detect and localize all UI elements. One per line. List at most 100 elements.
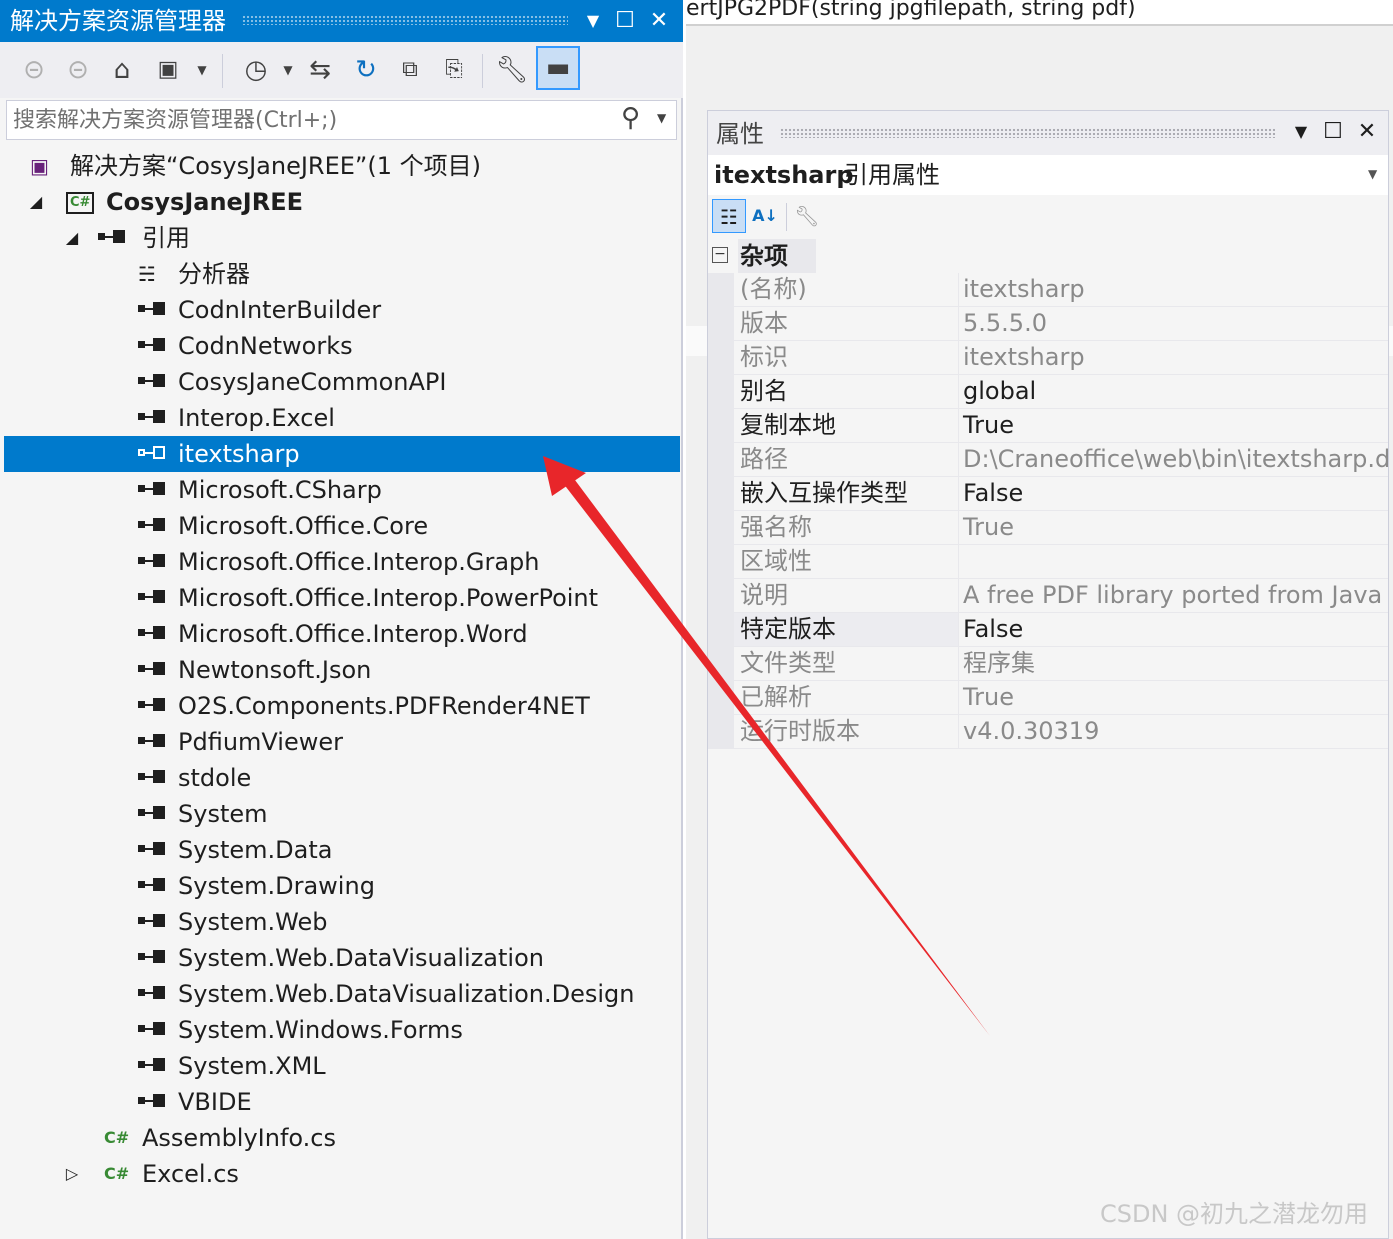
property-row[interactable]: (名称) itextsharp: [708, 273, 1388, 307]
show-all-files-icon[interactable]: ⎘: [436, 52, 472, 88]
tree-item[interactable]: Microsoft.Office.Interop.Graph: [4, 544, 680, 580]
property-row[interactable]: 已解析 True: [708, 681, 1388, 715]
property-row[interactable]: 别名 global: [708, 375, 1388, 409]
tree-item[interactable]: Microsoft.Office.Interop.Word: [4, 616, 680, 652]
chevron-down-icon[interactable]: ▼: [1368, 167, 1377, 181]
tree-item[interactable]: ◢ C# CosysJaneJREE: [4, 184, 680, 220]
object-selector[interactable]: itextsharp 引用属性 ▼: [708, 155, 1388, 195]
property-row[interactable]: 路径 D:\Craneoffice\web\bin\itextsharp.dll: [708, 443, 1388, 477]
tree-item[interactable]: System.Windows.Forms: [4, 1012, 680, 1048]
property-row[interactable]: 版本 5.5.5.0: [708, 307, 1388, 341]
property-row[interactable]: 强名称 True: [708, 511, 1388, 545]
tree-item[interactable]: CodnInterBuilder: [4, 292, 680, 328]
tree-item-label: Newtonsoft.Json: [178, 656, 372, 684]
tree-item[interactable]: C# AssemblyInfo.cs: [4, 1120, 680, 1156]
preview-selected-items-icon[interactable]: ▬: [536, 46, 580, 90]
title-grip[interactable]: [780, 128, 1275, 138]
title-grip[interactable]: [242, 15, 568, 25]
tree-item[interactable]: System.Web: [4, 904, 680, 940]
tree-item[interactable]: System.Data: [4, 832, 680, 868]
expanded-arrow-icon[interactable]: ◢: [28, 189, 44, 215]
property-value[interactable]: False: [958, 477, 1388, 511]
property-value: v4.0.30319: [958, 715, 1388, 749]
expanded-arrow-icon[interactable]: ◢: [64, 225, 80, 251]
tree-item[interactable]: VBIDE: [4, 1084, 680, 1120]
solution-explorer-title-bar[interactable]: 解决方案资源管理器 ▼ ☐ ✕: [0, 0, 683, 42]
property-value[interactable]: global: [958, 375, 1388, 409]
tree-item-label: O2S.Components.PDFRender4NET: [178, 692, 590, 720]
tree-item[interactable]: System.Drawing: [4, 868, 680, 904]
tree-item[interactable]: System.Web.DataVisualization.Design: [4, 976, 680, 1012]
tree-item[interactable]: O2S.Components.PDFRender4NET: [4, 688, 680, 724]
tree-item[interactable]: ◢ 引用: [4, 220, 680, 256]
property-value[interactable]: True: [958, 409, 1388, 443]
window-position-dropdown-icon[interactable]: ▼: [1288, 119, 1314, 145]
tree-item[interactable]: CosysJaneCommonAPI: [4, 364, 680, 400]
back-icon[interactable]: ⊝: [16, 52, 52, 88]
tree-item-label: Interop.Excel: [178, 404, 335, 432]
tree-item[interactable]: Newtonsoft.Json: [4, 652, 680, 688]
tree-item[interactable]: System: [4, 796, 680, 832]
property-row[interactable]: 运行时版本 v4.0.30319: [708, 715, 1388, 749]
collapse-all-icon[interactable]: ⧉: [392, 52, 428, 88]
properties-title-bar[interactable]: 属性 ▼ ☐ ✕: [708, 111, 1388, 155]
tree-item[interactable]: Microsoft.Office.Interop.PowerPoint: [4, 580, 680, 616]
analyzer-icon: ☵: [138, 262, 156, 286]
tree-item[interactable]: ▷ C# Excel.cs: [4, 1156, 680, 1192]
property-row[interactable]: 说明 A free PDF library ported from Java iT: [708, 579, 1388, 613]
search-input[interactable]: [13, 103, 613, 137]
property-row[interactable]: 复制本地 True: [708, 409, 1388, 443]
tree-item[interactable]: stdole: [4, 760, 680, 796]
property-row[interactable]: 区域性: [708, 545, 1388, 579]
close-icon[interactable]: ✕: [1354, 119, 1380, 145]
properties-panel: 属性 ▼ ☐ ✕ itextsharp 引用属性 ▼ ☷ A↓ 🔧︎ − 杂项 …: [707, 110, 1389, 1239]
maximize-icon[interactable]: ☐: [1320, 119, 1346, 145]
refresh-icon[interactable]: ↻: [348, 52, 384, 88]
search-icon[interactable]: ⚲: [621, 103, 640, 133]
tree-item[interactable]: Microsoft.Office.Core: [4, 508, 680, 544]
property-pages-wrench-icon[interactable]: 🔧︎: [790, 199, 824, 233]
property-value[interactable]: False: [958, 613, 1388, 647]
tree-item-label: Microsoft.Office.Interop.PowerPoint: [178, 584, 599, 612]
collapse-category-icon[interactable]: −: [712, 247, 728, 263]
forward-icon[interactable]: ⊝: [60, 52, 96, 88]
pending-changes-filter-icon[interactable]: ◷: [238, 52, 274, 88]
property-row-gutter: [708, 273, 734, 307]
tree-item[interactable]: CodnNetworks: [4, 328, 680, 364]
property-row[interactable]: 文件类型 程序集: [708, 647, 1388, 681]
tree-item[interactable]: ☵ 分析器: [4, 256, 680, 292]
collapsed-arrow-icon[interactable]: ▷: [64, 1161, 80, 1187]
solution-explorer-panel: 解决方案资源管理器 ▼ ☐ ✕ ⊝ ⊝ ⌂ ▣ ▼ ◷ ▼ ⇆ ↻ ⧉ ⎘ 🔧︎…: [0, 0, 683, 1239]
property-row-gutter: [708, 409, 734, 443]
pending-changes-dropdown-icon[interactable]: ▼: [280, 52, 296, 88]
categorized-icon[interactable]: ☷: [712, 199, 746, 233]
property-row[interactable]: 标识 itextsharp: [708, 341, 1388, 375]
property-name: 别名: [734, 375, 958, 409]
window-position-dropdown-icon[interactable]: ▼: [580, 8, 606, 34]
close-icon[interactable]: ✕: [646, 8, 672, 34]
toolbar-separator: [482, 54, 483, 88]
tree-item-label: Microsoft.Office.Interop.Word: [178, 620, 528, 648]
property-value: [958, 545, 1388, 579]
tree-item[interactable]: PdfiumViewer: [4, 724, 680, 760]
tree-item[interactable]: System.XML: [4, 1048, 680, 1084]
maximize-icon[interactable]: ☐: [612, 8, 638, 34]
switch-views-icon[interactable]: ▣: [150, 52, 186, 88]
alphabetical-sort-icon[interactable]: A↓: [748, 199, 782, 233]
watermark: CSDN @初九之潜龙勿用: [1100, 1200, 1369, 1228]
tree-item[interactable]: ▣ 解决方案“CosysJaneJREE”(1 个项目): [4, 148, 680, 184]
search-options-dropdown-icon[interactable]: ▼: [657, 111, 666, 125]
tree-item[interactable]: System.Web.DataVisualization: [4, 940, 680, 976]
tree-item-label: CodnNetworks: [178, 332, 353, 360]
tree-item[interactable]: Microsoft.CSharp: [4, 472, 680, 508]
tree-item[interactable]: Interop.Excel: [4, 400, 680, 436]
sync-with-active-document-icon[interactable]: ⇆: [302, 52, 338, 88]
category-row[interactable]: − 杂项: [708, 239, 1388, 273]
property-row[interactable]: 嵌入互操作类型 False: [708, 477, 1388, 511]
switch-views-dropdown-icon[interactable]: ▼: [194, 52, 210, 88]
object-name: itextsharp: [714, 161, 854, 189]
properties-wrench-icon[interactable]: 🔧︎: [494, 52, 530, 88]
tree-item[interactable]: itextsharp: [4, 436, 680, 472]
home-icon[interactable]: ⌂: [104, 52, 140, 88]
property-row[interactable]: 特定版本 False: [708, 613, 1388, 647]
